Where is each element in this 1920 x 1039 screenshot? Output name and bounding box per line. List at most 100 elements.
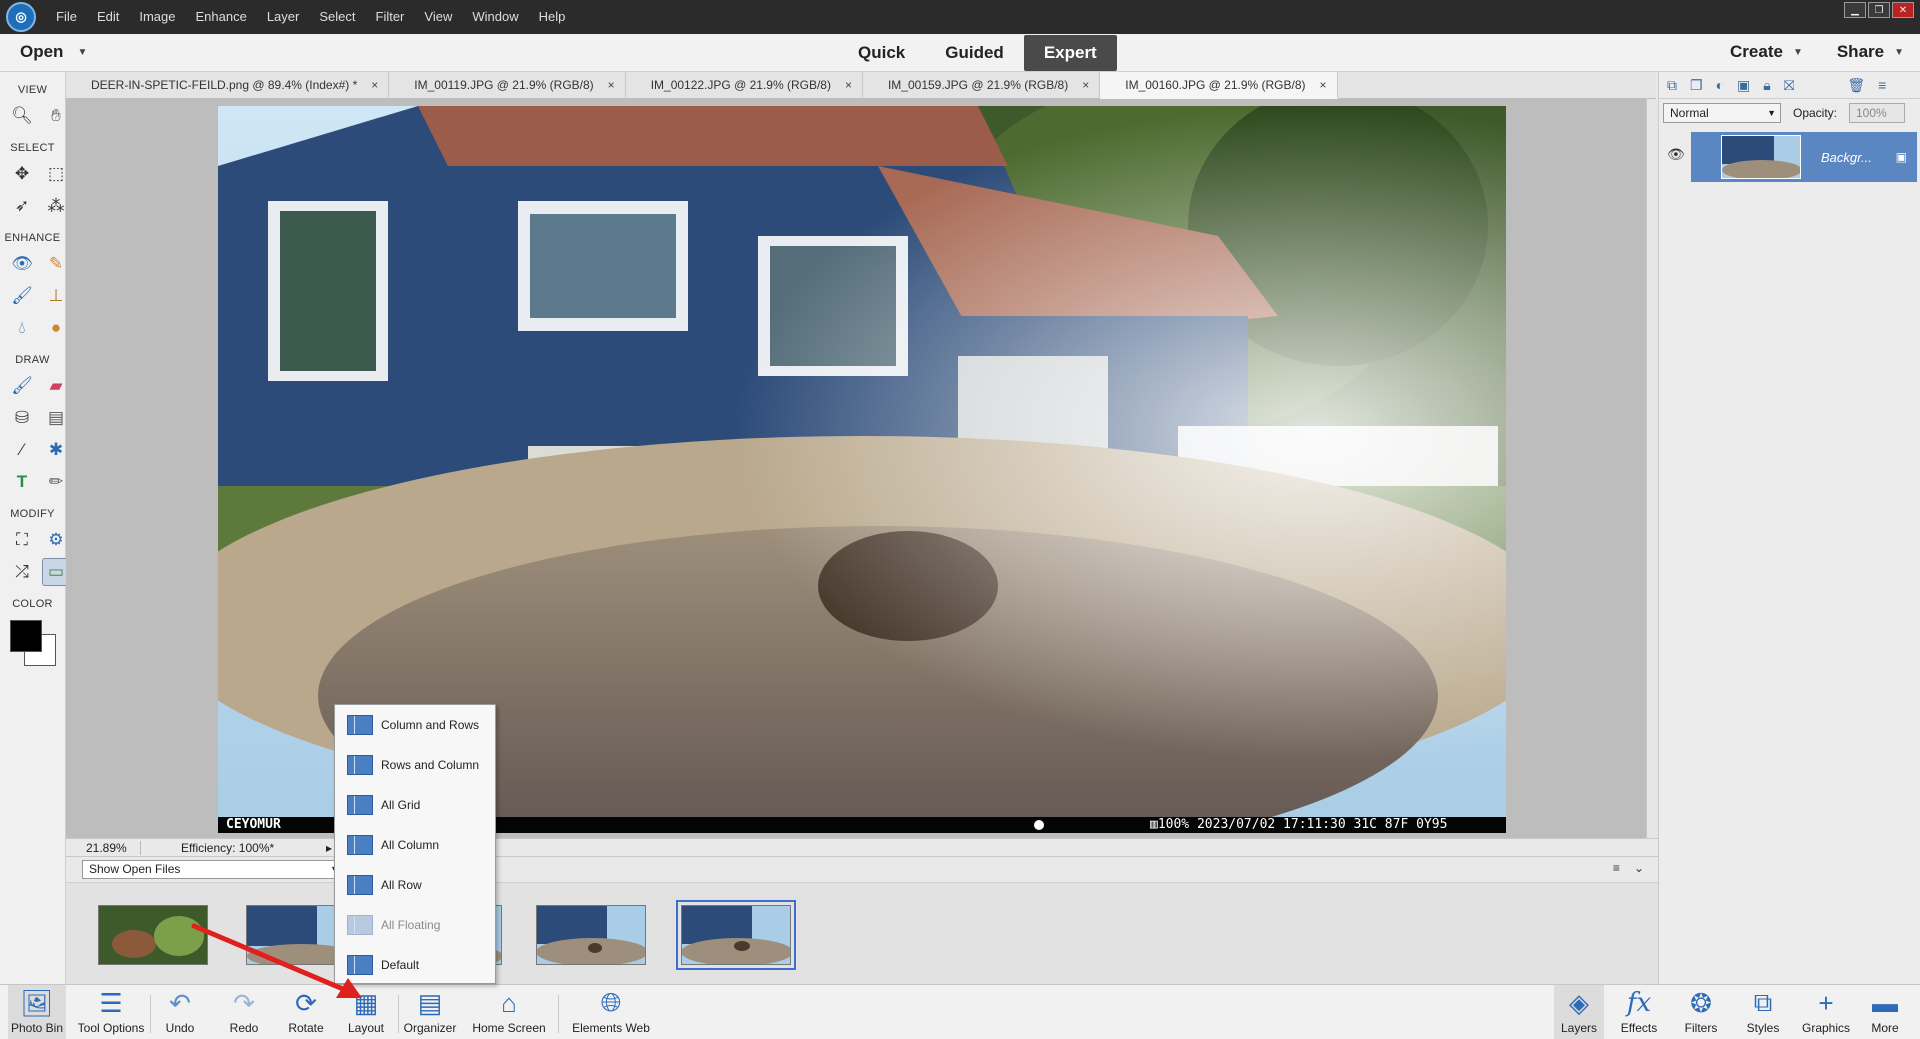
layout-column-and-rows[interactable]: Column and Rows bbox=[335, 705, 495, 745]
taskbar-divider bbox=[558, 995, 559, 1033]
filters-button[interactable]: ❂ Filters bbox=[1676, 985, 1726, 1039]
open-button[interactable]: Open ▼ bbox=[20, 42, 87, 62]
show-open-files-select[interactable]: Show Open Files ▼ bbox=[82, 860, 344, 879]
home-screen-button[interactable]: ⌂ Home Screen bbox=[470, 985, 548, 1039]
menu-enhance[interactable]: Enhance bbox=[186, 0, 257, 34]
toolbox: VIEW 🔍︎ ✋︎ SELECT ✥ ⬚ ➶ ⁂ ENHANCE 👁︎ ✎ 🖌… bbox=[0, 72, 70, 984]
paint-bucket-tool-icon[interactable]: ⛁ bbox=[8, 404, 36, 432]
menu-view[interactable]: View bbox=[414, 0, 462, 34]
layout-all-row[interactable]: All Row bbox=[335, 865, 495, 905]
red-eye-tool-icon[interactable]: 👁︎ bbox=[8, 250, 36, 278]
foreground-color-swatch[interactable] bbox=[9, 620, 42, 652]
new-layer-icon[interactable]: ⧉ bbox=[1667, 77, 1677, 94]
lock-all-icon[interactable]: ⛝ bbox=[1784, 77, 1795, 94]
menu-file[interactable]: File bbox=[46, 0, 87, 34]
open-label: Open bbox=[20, 42, 64, 61]
layers-label: Layers bbox=[1560, 1021, 1598, 1035]
close-icon[interactable]: × bbox=[371, 72, 378, 99]
layer-row-background[interactable]: Backgr... ▣ bbox=[1691, 132, 1917, 182]
doc-tab-active[interactable]: IM_00160.JPG @ 21.9% (RGB/8) × bbox=[1100, 72, 1338, 99]
close-icon[interactable]: × bbox=[1320, 72, 1327, 97]
menu-image[interactable]: Image bbox=[129, 0, 185, 34]
graphics-button[interactable]: + Graphics bbox=[1798, 985, 1854, 1039]
menu-window[interactable]: Window bbox=[462, 0, 528, 34]
tool-options-button[interactable]: ☰ Tool Options bbox=[74, 985, 148, 1039]
menu-help[interactable]: Help bbox=[529, 0, 576, 34]
content-aware-move-tool-icon[interactable]: ⤮ bbox=[8, 558, 36, 586]
minimize-button[interactable]: ▁ bbox=[1844, 2, 1866, 18]
new-group-icon[interactable]: ❐ bbox=[1690, 77, 1703, 94]
share-button[interactable]: Share ▼ bbox=[1837, 42, 1904, 62]
more-button[interactable]: ▬ More bbox=[1860, 985, 1910, 1039]
close-icon[interactable]: × bbox=[608, 72, 615, 99]
photo-bin bbox=[66, 882, 1658, 984]
move-tool-icon[interactable]: ✥ bbox=[8, 160, 36, 188]
close-icon[interactable]: × bbox=[1082, 72, 1089, 99]
menu-select[interactable]: Select bbox=[309, 0, 365, 34]
show-open-files-label: Show Open Files bbox=[89, 862, 181, 876]
layout-default[interactable]: Default bbox=[335, 945, 495, 985]
lock-icon[interactable]: 🔒︎ bbox=[1763, 77, 1770, 94]
chevron-down-icon[interactable]: ⌄ bbox=[1634, 861, 1644, 875]
lasso-tool-icon[interactable]: ➶ bbox=[8, 192, 36, 220]
layout-all-column[interactable]: All Column bbox=[335, 825, 495, 865]
visibility-eye-icon[interactable]: 👁︎ bbox=[1667, 146, 1685, 163]
bin-thumbnail-im00160[interactable] bbox=[676, 900, 796, 970]
chevron-right-icon[interactable]: ▸ bbox=[326, 841, 332, 855]
trash-icon[interactable]: 🗑︎ bbox=[1847, 77, 1865, 94]
panel-menu-icon[interactable]: ≡ bbox=[1878, 77, 1886, 93]
redo-button[interactable]: ↷ Redo bbox=[224, 985, 264, 1039]
close-window-button[interactable]: ✕ bbox=[1892, 2, 1914, 18]
layout-item-label: Default bbox=[381, 958, 420, 972]
doc-tab[interactable]: IM_00159.JPG @ 21.9% (RGB/8) × bbox=[863, 72, 1101, 99]
photo-bin-button[interactable]: 🖼︎ Photo Bin bbox=[8, 985, 66, 1039]
layout-item-label: All Grid bbox=[381, 798, 421, 812]
doc-tab-title: IM_00159.JPG @ 21.9% (RGB/8) bbox=[887, 78, 1069, 92]
home-screen-label: Home Screen bbox=[472, 1021, 546, 1035]
document-tabs: DEER-IN-SPETIC-FEILD.png @ 89.4% (Index#… bbox=[66, 72, 1656, 99]
menu-edit[interactable]: Edit bbox=[87, 0, 129, 34]
smart-brush-tool-icon[interactable]: 🖌︎ bbox=[8, 282, 36, 310]
bin-thumbnail-im00159[interactable] bbox=[536, 905, 646, 965]
layer-mask-icon[interactable]: ▣ bbox=[1737, 77, 1750, 94]
zoom-tool-icon[interactable]: 🔍︎ bbox=[8, 102, 36, 130]
eyedropper-tool-icon[interactable]: ⁄ bbox=[8, 436, 36, 464]
doc-tab[interactable]: DEER-IN-SPETIC-FEILD.png @ 89.4% (Index#… bbox=[66, 72, 390, 99]
menu-filter[interactable]: Filter bbox=[366, 0, 415, 34]
undo-button[interactable]: ↶ Undo bbox=[160, 985, 200, 1039]
mode-quick[interactable]: Quick bbox=[838, 35, 925, 71]
type-tool-icon[interactable]: T bbox=[8, 468, 36, 496]
brush-tool-icon[interactable]: 🖌︎ bbox=[8, 372, 36, 400]
opacity-field[interactable]: 100% bbox=[1849, 103, 1905, 123]
doc-tab[interactable]: IM_00122.JPG @ 21.9% (RGB/8) × bbox=[626, 72, 863, 99]
layout-all-grid[interactable]: All Grid bbox=[335, 785, 495, 825]
bin-menu-icon[interactable]: ≡ bbox=[1613, 861, 1620, 875]
zoom-readout[interactable]: 21.89% bbox=[66, 841, 140, 855]
crop-tool-icon[interactable]: ⛶ bbox=[8, 526, 36, 554]
blur-tool-icon[interactable]: 💧︎ bbox=[8, 314, 36, 342]
layers-button[interactable]: ◈ Layers bbox=[1554, 985, 1604, 1039]
bin-thumbnail-deer[interactable] bbox=[98, 905, 208, 965]
mode-guided[interactable]: Guided bbox=[925, 35, 1024, 71]
camera-dot-icon bbox=[1034, 820, 1044, 830]
blend-mode-select[interactable]: Normal ▼ bbox=[1663, 103, 1781, 123]
rotate-button[interactable]: ⟳ Rotate bbox=[282, 985, 330, 1039]
doc-tab[interactable]: IM_00119.JPG @ 21.9% (RGB/8) × bbox=[389, 72, 626, 99]
menu-layer[interactable]: Layer bbox=[257, 0, 310, 34]
chevron-down-icon[interactable]: ▼ bbox=[77, 47, 87, 58]
mode-expert[interactable]: Expert bbox=[1023, 35, 1117, 71]
effects-button[interactable]: fx Effects bbox=[1614, 985, 1664, 1039]
adjustment-layer-icon[interactable]: ◐ bbox=[1716, 77, 1724, 93]
organizer-button[interactable]: ▤ Organizer bbox=[400, 985, 460, 1039]
doc-tab-title: IM_00122.JPG @ 21.9% (RGB/8) bbox=[650, 78, 831, 92]
create-button[interactable]: Create ▼ bbox=[1730, 42, 1803, 62]
styles-button[interactable]: ⧉ Styles bbox=[1738, 985, 1788, 1039]
elements-web-button[interactable]: 🌐︎ Elements Web bbox=[568, 985, 654, 1039]
close-icon[interactable]: × bbox=[845, 72, 852, 99]
canvas-vertical-scrollbar[interactable] bbox=[1646, 99, 1658, 838]
restore-button[interactable]: ❐ bbox=[1868, 2, 1890, 18]
styles-label: Styles bbox=[1746, 1021, 1780, 1035]
layout-button[interactable]: ▦ Layout bbox=[342, 985, 390, 1039]
layout-rows-and-column[interactable]: Rows and Column bbox=[335, 745, 495, 785]
layout-item-label: Rows and Column bbox=[381, 758, 480, 772]
